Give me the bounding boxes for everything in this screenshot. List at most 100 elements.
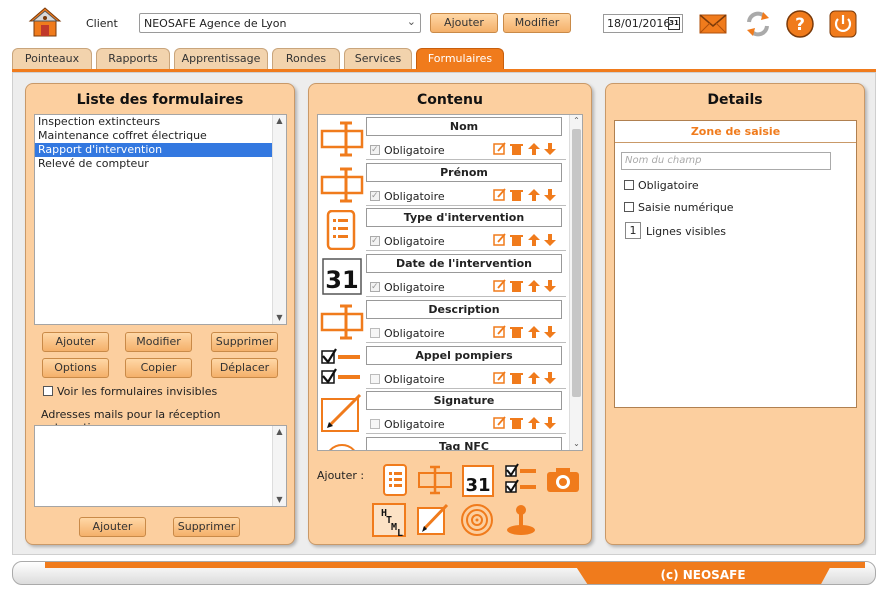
checkbox[interactable]: [43, 386, 53, 396]
required-checkbox[interactable]: Obligatoire: [370, 234, 445, 249]
edit-icon[interactable]: [493, 416, 506, 429]
options-button[interactable]: Options: [42, 358, 109, 378]
field-row[interactable]: Nom Obligatoire: [318, 115, 570, 161]
arrow-up-icon[interactable]: [528, 234, 540, 247]
add-joystick-icon[interactable]: [503, 502, 539, 538]
mail-list-scrollbar[interactable]: ▲ ▼: [272, 426, 286, 506]
edit-form-button[interactable]: Modifier: [125, 332, 192, 352]
checkbox[interactable]: [624, 180, 634, 190]
visible-lines-input[interactable]: 1: [625, 222, 641, 239]
trash-icon[interactable]: [510, 235, 523, 247]
field-name[interactable]: Prénom: [366, 162, 562, 182]
field-row[interactable]: 31 Date de l'intervention Obligatoire: [318, 252, 570, 298]
trash-icon[interactable]: [510, 372, 523, 384]
required-checkbox[interactable]: Obligatoire: [370, 189, 445, 204]
trash-icon[interactable]: [510, 144, 523, 155]
scroll-thumb[interactable]: [572, 129, 581, 397]
mail-icon[interactable]: [698, 9, 728, 39]
scroll-down-icon[interactable]: ⌄: [570, 438, 582, 450]
tab-rondes[interactable]: Rondes: [272, 48, 340, 70]
home-icon[interactable]: [28, 6, 62, 38]
field-name[interactable]: Description: [366, 299, 562, 319]
calendar-icon[interactable]: 31: [668, 17, 680, 30]
edit-icon[interactable]: [493, 142, 506, 155]
field-row[interactable]: Tag NFCObligatoire: [318, 435, 570, 450]
checkbox[interactable]: [370, 280, 380, 295]
field-name[interactable]: Tag NFC: [366, 436, 562, 450]
date-field[interactable]: 18/01/2016 31: [603, 14, 683, 33]
help-icon[interactable]: ?: [785, 9, 815, 39]
field-row[interactable]: Description Obligatoire: [318, 298, 570, 344]
checkbox[interactable]: [624, 202, 634, 212]
trash-icon[interactable]: [510, 281, 523, 293]
arrow-up-icon[interactable]: [528, 188, 540, 201]
arrow-down-icon[interactable]: [544, 188, 556, 201]
field-row[interactable]: Appel pompiers Obligatoire: [318, 344, 570, 390]
arrow-down-icon[interactable]: [544, 371, 556, 384]
move-form-button[interactable]: Déplacer: [211, 358, 278, 378]
scroll-down-icon[interactable]: ▼: [273, 312, 286, 324]
required-checkbox[interactable]: Obligatoire: [370, 143, 445, 158]
tab-rapports[interactable]: Rapports: [96, 48, 170, 70]
field-row[interactable]: Type d'intervention Obligatoire: [318, 206, 570, 252]
field-name[interactable]: Date de l'intervention: [366, 254, 562, 274]
tab-formulaires[interactable]: Formulaires: [416, 48, 504, 70]
add-list-icon[interactable]: [377, 462, 413, 498]
checkbox[interactable]: [370, 189, 380, 204]
scroll-up-icon[interactable]: ⌃: [570, 115, 582, 127]
trash-icon[interactable]: [510, 326, 523, 338]
list-item[interactable]: Rapport d'intervention: [35, 143, 286, 157]
arrow-up-icon[interactable]: [528, 371, 540, 384]
field-name-input[interactable]: Nom du champ: [621, 152, 831, 170]
field-row[interactable]: Signature Obligatoire: [318, 389, 570, 435]
field-name[interactable]: Nom: [366, 117, 562, 136]
checkbox[interactable]: [370, 234, 380, 249]
tab-services[interactable]: Services: [344, 48, 412, 70]
power-icon[interactable]: [828, 9, 858, 39]
client-edit-button[interactable]: Modifier: [503, 13, 571, 33]
list-item[interactable]: Inspection extincteurs: [35, 115, 286, 129]
checkbox[interactable]: [370, 327, 380, 338]
required-checkbox[interactable]: Obligatoire: [370, 326, 445, 341]
arrow-down-icon[interactable]: [544, 417, 556, 430]
scroll-up-icon[interactable]: ▲: [273, 426, 286, 438]
add-signature-icon[interactable]: [415, 502, 451, 538]
client-add-button[interactable]: Ajouter: [430, 13, 498, 33]
required-checkbox[interactable]: Obligatoire: [370, 417, 445, 432]
add-mail-button[interactable]: Ajouter: [79, 517, 146, 537]
delete-form-button[interactable]: Supprimer: [211, 332, 278, 352]
list-item[interactable]: Maintenance coffret électrique: [35, 129, 286, 143]
add-text-field-icon[interactable]: [417, 462, 453, 498]
delete-mail-button[interactable]: Supprimer: [173, 517, 240, 537]
add-camera-icon[interactable]: [545, 462, 581, 498]
add-html-icon[interactable]: H T M L: [371, 502, 407, 538]
tab-pointeaux[interactable]: Pointeaux: [12, 48, 92, 70]
checkbox[interactable]: [370, 419, 380, 430]
trash-icon[interactable]: [510, 189, 523, 201]
show-invisible-checkbox[interactable]: Voir les formulaires invisibles: [43, 385, 217, 398]
arrow-down-icon[interactable]: [544, 234, 556, 247]
field-row[interactable]: Prénom Obligatoire: [318, 161, 570, 207]
edit-icon[interactable]: [493, 233, 506, 247]
add-calendar-icon[interactable]: 31: [460, 462, 496, 498]
edit-icon[interactable]: [493, 370, 506, 384]
arrow-up-icon[interactable]: [528, 417, 540, 430]
arrow-down-icon[interactable]: [544, 325, 556, 338]
edit-icon[interactable]: [493, 279, 506, 292]
tab-apprentissage[interactable]: Apprentissage: [174, 48, 268, 70]
arrow-up-icon[interactable]: [528, 280, 540, 293]
add-checkbox-icon[interactable]: [503, 462, 539, 498]
checkbox[interactable]: [370, 373, 380, 384]
required-checkbox[interactable]: Obligatoire: [370, 280, 445, 295]
list-item[interactable]: Relevé de compteur: [35, 157, 286, 171]
edit-icon[interactable]: [493, 188, 506, 201]
scroll-up-icon[interactable]: ▲: [273, 115, 286, 127]
add-nfc-icon[interactable]: [459, 502, 495, 538]
refresh-icon[interactable]: [743, 9, 773, 39]
field-name[interactable]: Type d'intervention: [366, 208, 562, 228]
arrow-up-icon[interactable]: [528, 143, 540, 155]
field-name[interactable]: Signature: [366, 391, 562, 411]
edit-icon[interactable]: [493, 325, 506, 338]
content-scrollbar[interactable]: ⌃ ⌄: [569, 115, 582, 450]
trash-icon[interactable]: [510, 418, 523, 430]
